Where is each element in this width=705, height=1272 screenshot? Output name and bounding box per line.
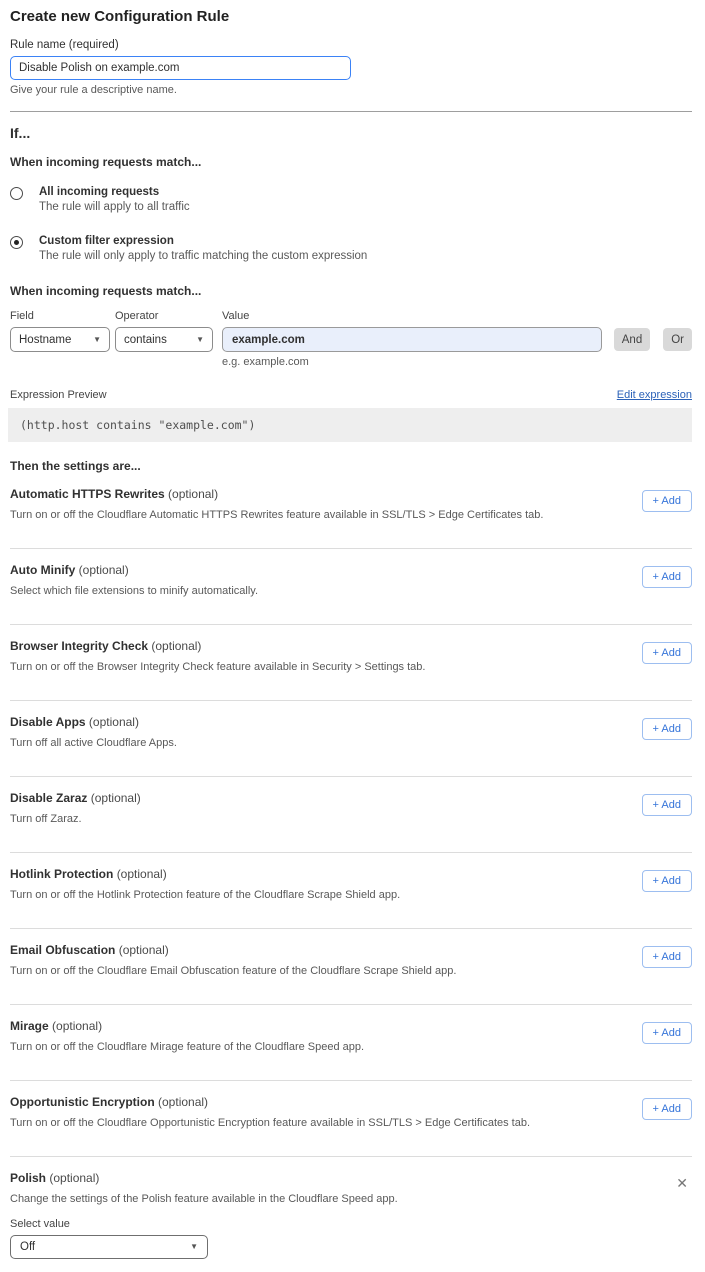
chevron-down-icon: ▼ xyxy=(196,336,204,344)
optional-label: (optional) xyxy=(52,1019,102,1033)
setting-description: Turn on or off the Cloudflare Opportunis… xyxy=(10,1117,530,1129)
chevron-down-icon: ▼ xyxy=(93,336,101,344)
optional-label: (optional) xyxy=(49,1171,99,1185)
radio-unselected-icon[interactable] xyxy=(10,187,23,200)
add-button[interactable]: + Add xyxy=(642,794,692,816)
rule-name-helper: Give your rule a descriptive name. xyxy=(10,84,692,96)
setting-browser-integrity-check: Browser Integrity Check (optional) Turn … xyxy=(10,625,692,701)
filter-builder-row: Field Hostname ▼ Operator contains ▼ Val… xyxy=(10,310,692,368)
filter-heading: When incoming requests match... xyxy=(10,284,692,298)
setting-description: Turn off Zaraz. xyxy=(10,813,141,825)
value-label: Value xyxy=(222,310,602,322)
optional-label: (optional) xyxy=(158,1095,208,1109)
add-button[interactable]: + Add xyxy=(642,946,692,968)
field-select[interactable]: Hostname ▼ xyxy=(10,327,110,352)
setting-disable-zaraz: Disable Zaraz (optional) Turn off Zaraz.… xyxy=(10,777,692,853)
page-title: Create new Configuration Rule xyxy=(10,8,692,25)
optional-label: (optional) xyxy=(79,563,129,577)
optional-label: (optional) xyxy=(91,791,141,805)
add-button[interactable]: + Add xyxy=(642,1022,692,1044)
setting-mirage: Mirage (optional) Turn on or off the Clo… xyxy=(10,1005,692,1081)
setting-description: Turn off all active Cloudflare Apps. xyxy=(10,737,177,749)
setting-title: Automatic HTTPS Rewrites xyxy=(10,487,165,501)
optional-label: (optional) xyxy=(89,715,139,729)
setting-disable-apps: Disable Apps (optional) Turn off all act… xyxy=(10,701,692,777)
polish-select-value: Off xyxy=(20,1241,35,1253)
then-settings-heading: Then the settings are... xyxy=(10,459,692,473)
value-helper: e.g. example.com xyxy=(222,356,602,368)
field-select-value: Hostname xyxy=(19,334,71,346)
expression-code: (http.host contains "example.com") xyxy=(20,418,255,432)
add-button[interactable]: + Add xyxy=(642,642,692,664)
if-heading: If... xyxy=(10,125,692,141)
optional-label: (optional) xyxy=(151,639,201,653)
setting-title: Mirage xyxy=(10,1019,49,1033)
setting-description: Turn on or off the Hotlink Protection fe… xyxy=(10,889,400,901)
rule-name-input[interactable] xyxy=(10,56,351,80)
and-button[interactable]: And xyxy=(614,328,650,351)
setting-title: Hotlink Protection xyxy=(10,867,113,881)
rule-name-label: Rule name (required) xyxy=(10,39,692,51)
expression-preview-label: Expression Preview xyxy=(10,389,107,401)
radio-custom-label: Custom filter expression xyxy=(39,235,367,247)
setting-description: Turn on or off the Cloudflare Mirage fea… xyxy=(10,1041,364,1053)
setting-email-obfuscation: Email Obfuscation (optional) Turn on or … xyxy=(10,929,692,1005)
setting-opportunistic-encryption: Opportunistic Encryption (optional) Turn… xyxy=(10,1081,692,1157)
setting-polish: Polish (optional) Change the settings of… xyxy=(10,1157,692,1259)
add-button[interactable]: + Add xyxy=(642,870,692,892)
expression-preview-box: (http.host contains "example.com") xyxy=(8,408,692,442)
or-button[interactable]: Or xyxy=(663,328,692,351)
setting-title: Browser Integrity Check xyxy=(10,639,148,653)
add-button[interactable]: + Add xyxy=(642,1098,692,1120)
radio-custom-filter-expression[interactable]: Custom filter expression The rule will o… xyxy=(10,235,692,262)
add-button[interactable]: + Add xyxy=(642,718,692,740)
operator-select[interactable]: contains ▼ xyxy=(115,327,213,352)
optional-label: (optional) xyxy=(168,487,218,501)
radio-selected-icon[interactable] xyxy=(10,236,23,249)
close-icon[interactable]: ✕ xyxy=(672,1174,692,1192)
setting-title: Polish xyxy=(10,1171,46,1185)
setting-auto-minify: Auto Minify (optional) Select which file… xyxy=(10,549,692,625)
match-radio-group: All incoming requests The rule will appl… xyxy=(10,186,692,262)
radio-custom-description: The rule will only apply to traffic matc… xyxy=(39,250,367,262)
polish-value-select[interactable]: Off ▼ xyxy=(10,1235,208,1259)
chevron-down-icon: ▼ xyxy=(190,1243,198,1251)
operator-label: Operator xyxy=(115,310,213,322)
setting-description: Change the settings of the Polish featur… xyxy=(10,1193,672,1205)
add-button[interactable]: + Add xyxy=(642,566,692,588)
setting-automatic-https-rewrites: Automatic HTTPS Rewrites (optional) Turn… xyxy=(10,473,692,549)
setting-title: Opportunistic Encryption xyxy=(10,1095,155,1109)
setting-description: Turn on or off the Cloudflare Automatic … xyxy=(10,509,543,521)
setting-hotlink-protection: Hotlink Protection (optional) Turn on or… xyxy=(10,853,692,929)
setting-title: Disable Zaraz xyxy=(10,791,87,805)
setting-title: Disable Apps xyxy=(10,715,86,729)
setting-description: Turn on or off the Browser Integrity Che… xyxy=(10,661,425,673)
setting-description: Turn on or off the Cloudflare Email Obfu… xyxy=(10,965,456,977)
radio-all-label: All incoming requests xyxy=(39,186,190,198)
divider xyxy=(10,111,692,112)
edit-expression-link[interactable]: Edit expression xyxy=(617,389,692,401)
optional-label: (optional) xyxy=(117,867,167,881)
field-label: Field xyxy=(10,310,110,322)
operator-select-value: contains xyxy=(124,334,167,346)
radio-all-incoming-requests[interactable]: All incoming requests The rule will appl… xyxy=(10,186,692,213)
select-value-label: Select value xyxy=(10,1218,672,1230)
add-button[interactable]: + Add xyxy=(642,490,692,512)
incoming-requests-subheading: When incoming requests match... xyxy=(10,155,692,169)
radio-all-description: The rule will apply to all traffic xyxy=(39,201,190,213)
value-input[interactable] xyxy=(222,327,602,352)
configuration-rule-form: Create new Configuration Rule Rule name … xyxy=(0,0,705,1259)
setting-title: Email Obfuscation xyxy=(10,943,115,957)
setting-title: Auto Minify xyxy=(10,563,75,577)
optional-label: (optional) xyxy=(119,943,169,957)
setting-description: Select which file extensions to minify a… xyxy=(10,585,258,597)
